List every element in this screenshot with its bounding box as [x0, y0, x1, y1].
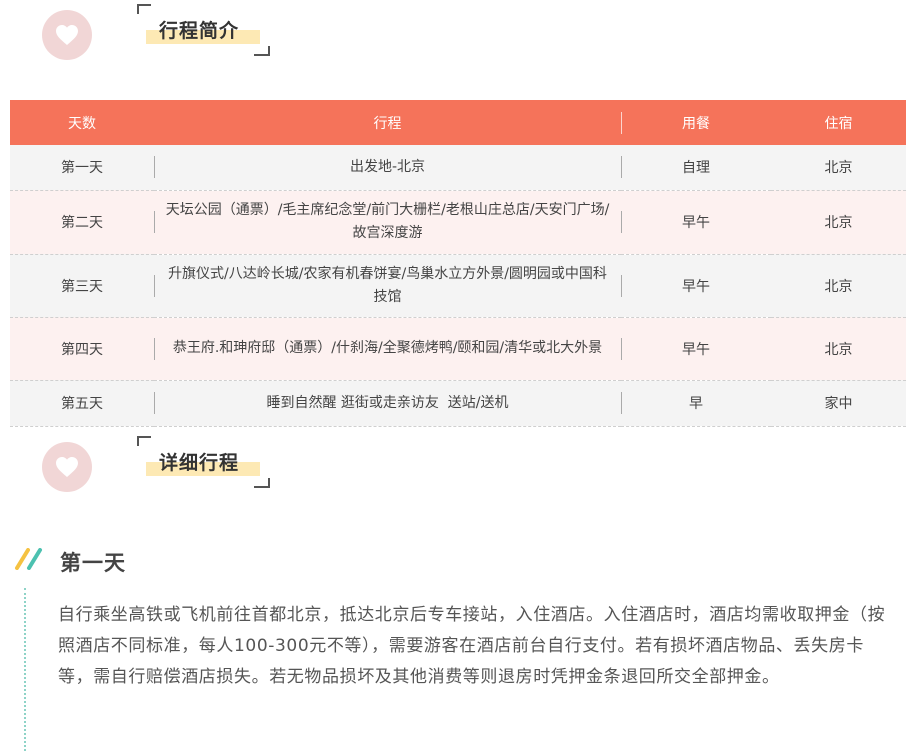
row-route-text: 睡到自然醒 逛街或走亲访友 送站/送机 — [266, 394, 509, 411]
timeline-dotted-line — [24, 588, 26, 751]
header-meals: 用餐 — [621, 100, 771, 145]
row-route-text: 升旗仪式/八达岭长城/农家有机春饼宴/鸟巢水立方外景/圆明园或中国科技馆 — [168, 265, 607, 305]
row-route: 恭王府.和珅府邸（通票）/什刹海/全聚德烤鸭/颐和园/清华或北大外景 — [154, 317, 621, 381]
header-route: 行程 — [154, 100, 621, 145]
header-stay: 住宿 — [771, 100, 906, 145]
title-bracket-top-left — [137, 4, 151, 14]
row-route-text: 恭王府.和珅府邸（通票）/什刹海/全聚德烤鸭/颐和园/清华或北大外景 — [172, 340, 603, 356]
row-day: 第一天 — [10, 145, 154, 191]
row-meals: 早午 — [621, 190, 771, 255]
table-row: 第三天 升旗仪式/八达岭长城/农家有机春饼宴/鸟巢水立方外景/圆明园或中国科技馆… — [10, 254, 906, 318]
row-meals: 早午 — [621, 317, 771, 381]
table-row: 第一天 出发地-北京 自理 北京 — [10, 145, 906, 191]
row-stay: 北京 — [771, 254, 906, 318]
title-bracket-bottom-right — [254, 478, 270, 488]
row-route-text: 出发地-北京 — [349, 158, 426, 175]
day1-title: 第一天 — [60, 551, 126, 575]
detail-title: 详细行程 — [159, 452, 240, 474]
table-row: 第五天 睡到自然醒 逛街或走亲访友 送站/送机 早 家中 — [10, 380, 906, 427]
itinerary-table: 天数 行程 用餐 住宿 第一天 出发地-北京 自理 北京 第二天 天坛公园（通票… — [10, 100, 906, 427]
title-bracket-bottom-right — [254, 46, 270, 56]
row-stay: 北京 — [771, 317, 906, 381]
row-stay: 北京 — [771, 190, 906, 255]
detail-section-header: 详细行程 — [0, 436, 921, 498]
heart-badge — [42, 10, 92, 60]
overview-section-header: 行程简介 — [0, 4, 921, 66]
row-route: 升旗仪式/八达岭长城/农家有机春饼宴/鸟巢水立方外景/圆明园或中国科技馆 — [154, 254, 621, 318]
heart-icon — [56, 25, 78, 45]
overview-title: 行程简介 — [159, 20, 240, 42]
title-bracket-top-left — [137, 436, 151, 446]
row-meals: 早 — [621, 380, 771, 427]
heart-badge — [42, 442, 92, 492]
row-stay: 北京 — [771, 145, 906, 191]
heart-icon — [56, 457, 78, 477]
table-row: 第四天 恭王府.和珅府邸（通票）/什刹海/全聚德烤鸭/颐和园/清华或北大外景 早… — [10, 317, 906, 381]
table-row: 第二天 天坛公园（通票）/毛主席纪念堂/前门大栅栏/老根山庄总店/天安门广场/故… — [10, 190, 906, 255]
table-header-row: 天数 行程 用餐 住宿 — [10, 100, 906, 145]
row-day: 第五天 — [10, 380, 154, 427]
double-slash-icon — [15, 548, 42, 570]
row-stay: 家中 — [771, 380, 906, 427]
row-meals: 自理 — [621, 145, 771, 191]
row-route: 出发地-北京 — [154, 145, 621, 191]
row-meals: 早午 — [621, 254, 771, 318]
header-day: 天数 — [10, 100, 154, 145]
row-route-text: 天坛公园（通票）/毛主席纪念堂/前门大栅栏/老根山庄总店/天安门广场/故宫深度游 — [165, 202, 610, 241]
row-day: 第三天 — [10, 254, 154, 318]
day1-description: 自行乘坐高铁或飞机前往首都北京，抵达北京后专车接站，入住酒店。入住酒店时，酒店均… — [58, 605, 886, 687]
row-route: 睡到自然醒 逛街或走亲访友 送站/送机 — [154, 380, 621, 427]
row-day: 第四天 — [10, 317, 154, 381]
row-day: 第二天 — [10, 190, 154, 255]
row-route: 天坛公园（通票）/毛主席纪念堂/前门大栅栏/老根山庄总店/天安门广场/故宫深度游 — [154, 190, 621, 255]
